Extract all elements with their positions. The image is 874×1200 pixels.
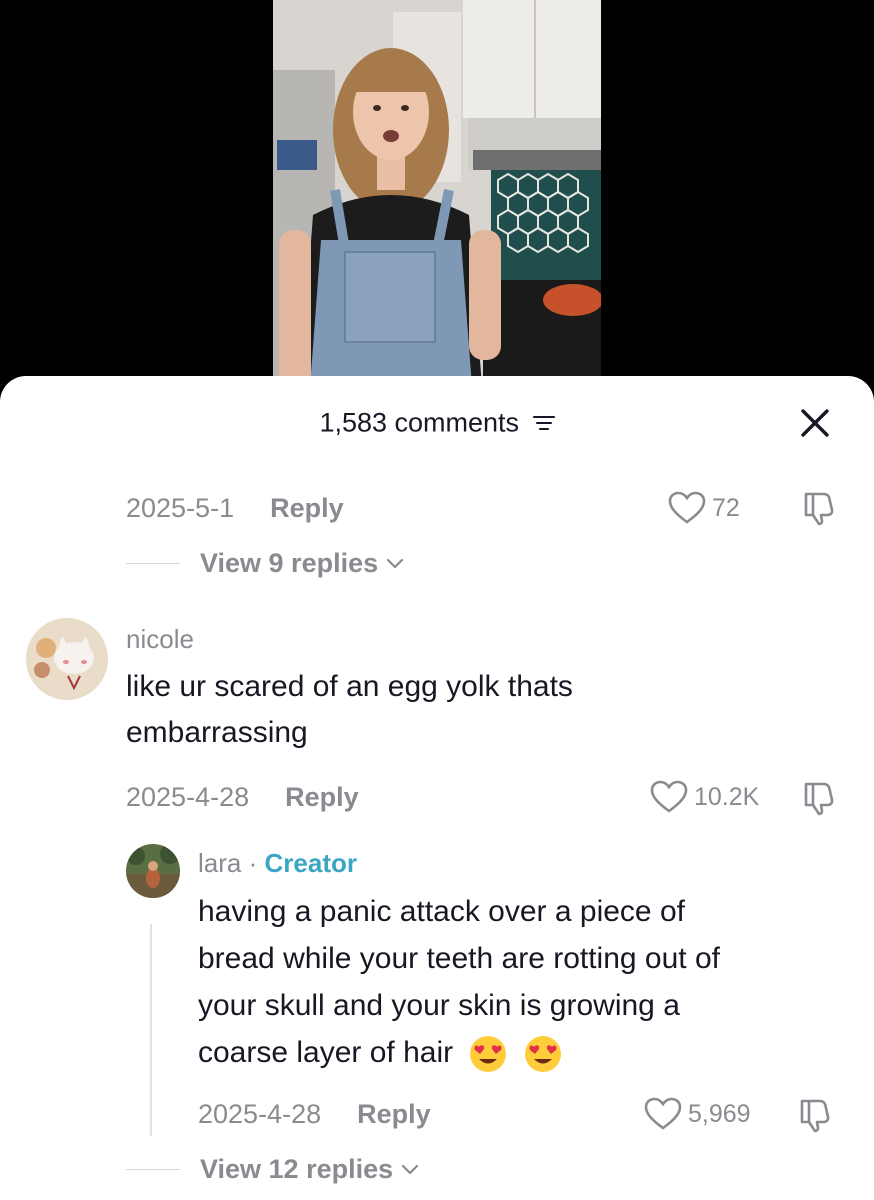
video-player[interactable] bbox=[0, 0, 874, 400]
reply-button[interactable]: Reply bbox=[270, 493, 344, 524]
comment-count: 1,583 comments bbox=[319, 407, 520, 438]
dislike-icon[interactable] bbox=[798, 1097, 834, 1133]
comment-date: 2025-4-28 bbox=[126, 781, 250, 812]
thread-line bbox=[150, 924, 152, 1136]
heart-icon bbox=[650, 780, 688, 813]
comment-text-fragment: coarse layer of hair bbox=[198, 1036, 454, 1069]
dislike-icon[interactable] bbox=[802, 780, 838, 816]
heart-icon bbox=[644, 1097, 682, 1130]
reply-meta: 2025-4-28 Reply bbox=[198, 1094, 431, 1134]
view-replies-label: View 12 replies bbox=[200, 1154, 394, 1184]
reply-text: having a panic attack over a piece of br… bbox=[198, 888, 720, 1076]
dislike-icon[interactable] bbox=[802, 490, 838, 526]
comment-meta: 2025-4-28 Reply bbox=[126, 777, 359, 817]
reply-button[interactable]: Reply bbox=[357, 1099, 431, 1130]
chevron-down-icon bbox=[387, 558, 404, 568]
comment-meta: 2025-5-1 Reply bbox=[126, 488, 344, 528]
comment-text-line: embarrassing bbox=[126, 716, 308, 749]
filter-icon[interactable] bbox=[532, 414, 555, 432]
heart-icon bbox=[668, 491, 706, 524]
comment-date: 2025-4-28 bbox=[198, 1098, 322, 1129]
comment-text-line: bread while your teeth are rotting out o… bbox=[198, 942, 720, 975]
comments-title: 1,583 comments bbox=[0, 406, 874, 438]
comment-date: 2025-5-1 bbox=[126, 492, 235, 523]
comment-text-line: having a panic attack over a piece of bbox=[198, 895, 685, 928]
separator: · bbox=[248, 848, 258, 878]
heart-eyes-emoji bbox=[470, 1036, 507, 1073]
close-icon[interactable] bbox=[798, 406, 832, 440]
heart-eyes-emoji bbox=[524, 1036, 561, 1073]
username[interactable]: lara bbox=[198, 848, 241, 878]
like-count: 72 bbox=[712, 493, 740, 522]
view-replies-button[interactable]: View 12 replies bbox=[126, 1154, 419, 1185]
like-button[interactable]: 72 bbox=[668, 488, 740, 528]
comment-text-line: like ur scared of an egg yolk thats bbox=[126, 670, 573, 703]
view-replies-label: View 9 replies bbox=[200, 548, 379, 578]
comments-header: 1,583 comments bbox=[0, 376, 874, 470]
comment-username[interactable]: nicole bbox=[126, 624, 194, 655]
divider-line bbox=[126, 562, 180, 565]
comment-text-line: your skull and your skin is growing a bbox=[198, 989, 680, 1022]
creator-badge: Creator bbox=[264, 848, 357, 878]
comment-text: like ur scared of an egg yolk thats emba… bbox=[126, 664, 573, 756]
like-count: 10.2K bbox=[694, 782, 760, 811]
like-button[interactable]: 5,969 bbox=[644, 1094, 751, 1134]
video-thumbnail bbox=[273, 0, 601, 400]
like-count: 5,969 bbox=[688, 1099, 751, 1128]
avatar[interactable] bbox=[126, 844, 180, 898]
reply-button[interactable]: Reply bbox=[285, 782, 359, 813]
reply-username: lara · Creator bbox=[198, 848, 357, 879]
like-button[interactable]: 10.2K bbox=[650, 777, 759, 817]
comment-text-line: coarse layer of hair bbox=[198, 1029, 720, 1076]
view-replies-button[interactable]: View 9 replies bbox=[126, 548, 404, 579]
comments-sheet: 1,583 comments 2025-5-1 Reply 72 View 9 … bbox=[0, 376, 874, 1200]
avatar[interactable] bbox=[26, 618, 108, 700]
chevron-down-icon bbox=[402, 1164, 419, 1174]
divider-line bbox=[126, 1168, 180, 1171]
